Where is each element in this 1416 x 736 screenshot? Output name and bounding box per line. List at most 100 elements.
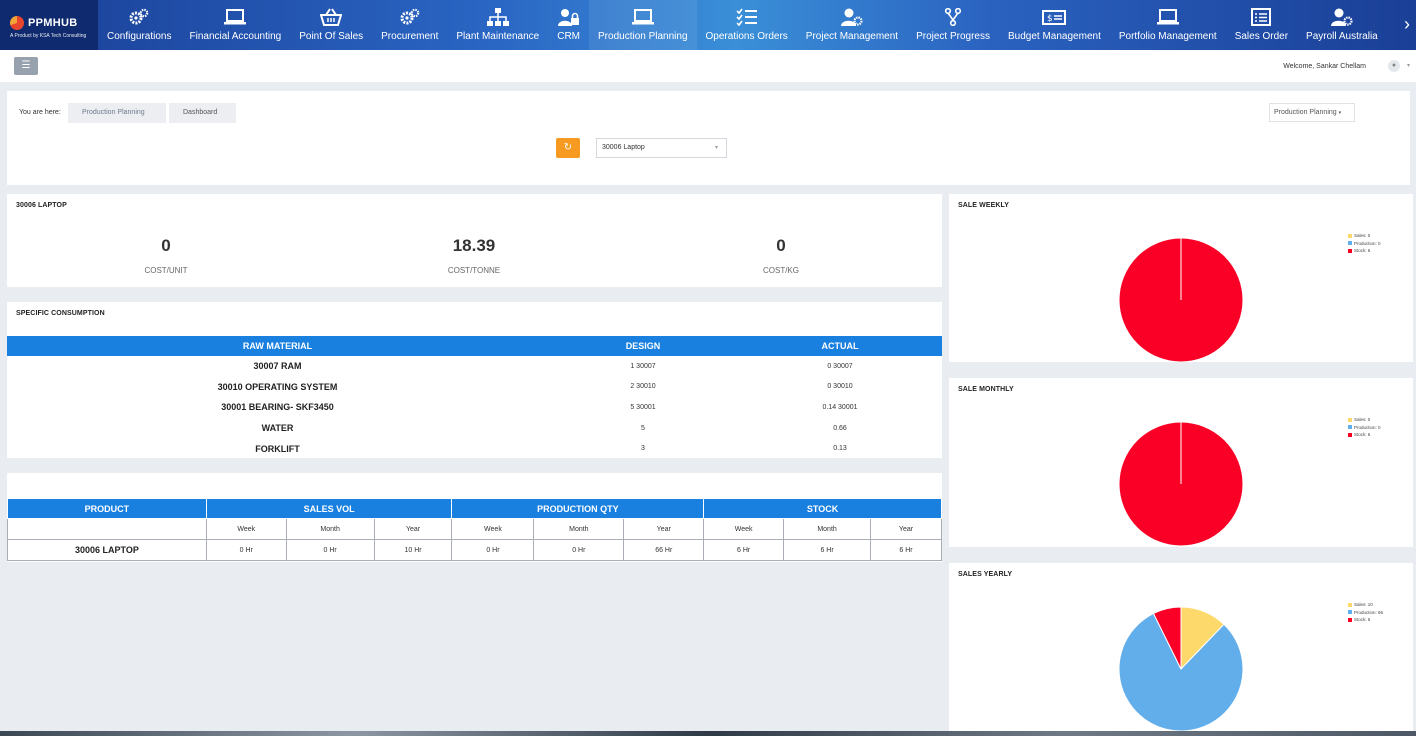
sale-weekly-panel: SALE WEEKLY Sales: 0 Production: 0 Stock: …	[949, 194, 1413, 362]
chevron-down-icon[interactable]: ▾	[1407, 62, 1410, 69]
gears-icon	[129, 8, 149, 26]
legend-label: Stock: 6	[1354, 432, 1371, 438]
legend-item-sales[interactable]: Sales: 10	[1348, 601, 1383, 609]
value-cell: 0 Hr	[205, 539, 287, 561]
legend-label: Stock: 6	[1354, 617, 1371, 623]
nav-item-financial-accounting[interactable]: Financial Accounting	[180, 0, 290, 50]
nav-item-operations-orders[interactable]: Operations Orders	[697, 0, 797, 50]
ppmhub-logo-icon	[10, 16, 24, 30]
sales-yearly-panel: SALES YEARLY Sales: 10 Production: 66 Stoc…	[949, 563, 1413, 731]
list-icon	[1251, 8, 1272, 26]
nav-item-sales-order[interactable]: Sales Order	[1226, 0, 1297, 50]
refresh-button[interactable]: ↻	[556, 138, 580, 158]
legend-item-production[interactable]: Production: 0	[1348, 424, 1381, 432]
users-lock-icon	[557, 8, 580, 26]
nav-item-label: Procurement	[381, 31, 439, 42]
checklist-icon	[736, 8, 758, 26]
laptop-icon	[631, 8, 654, 26]
legend-item-production[interactable]: Production: 66	[1348, 609, 1383, 617]
legend-swatch	[1348, 432, 1352, 437]
raw-material-cell: 30010 OPERATING SYSTEM	[217, 381, 338, 392]
subheader-year: Year	[870, 518, 942, 540]
sale-weekly-legend: Sales: 0 Production: 0 Stock: 6	[1348, 232, 1381, 255]
nav-item-production-planning[interactable]: Production Planning	[589, 0, 697, 50]
nav-item-crm[interactable]: CRM	[548, 0, 589, 50]
legend-label: Production: 0	[1354, 424, 1381, 430]
col-actual: ACTUAL	[738, 336, 942, 356]
sales-yearly-legend: Sales: 10 Production: 66 Stock: 6	[1348, 601, 1383, 624]
legend-item-sales[interactable]: Sales: 0	[1348, 232, 1381, 240]
col-production-qty: PRODUCTION QTY	[451, 498, 705, 519]
breadcrumb-item-production-planning[interactable]: Production Planning	[68, 103, 166, 123]
value-cell: 0 Hr	[533, 539, 625, 561]
raw-material-cell: WATER	[261, 423, 294, 434]
user-avatar-icon[interactable]: ●	[1388, 60, 1400, 72]
legend-item-production[interactable]: Production: 0	[1348, 240, 1381, 248]
table-row: WATER 5 0.66	[7, 418, 942, 439]
nav-item-label: CRM	[557, 31, 581, 42]
legend-item-stock[interactable]: Stock: 6	[1348, 616, 1383, 624]
raw-material-cell: 30001 BEARING- SKF3450	[221, 402, 334, 413]
cost-tonne-label: COST/TONNE	[447, 266, 501, 275]
org-chart-icon	[486, 8, 509, 26]
product-select[interactable]: 30006 Laptop ▾	[596, 138, 727, 158]
table-row: FORKLIFT 3 0.13	[7, 438, 942, 459]
value-cell: 6 Hr	[870, 539, 942, 561]
legend-item-stock[interactable]: Stock: 6	[1348, 247, 1381, 255]
subheader-week: Week	[451, 518, 535, 540]
menu-toggle-button[interactable]: ☰	[14, 57, 38, 75]
module-dropdown-button[interactable]: Production Planning ▾	[1269, 103, 1355, 122]
welcome-text: Welcome, Sankar Chellam	[1283, 63, 1366, 70]
nav-item-plant-maintenance[interactable]: Plant Maintenance	[447, 0, 548, 50]
nav-item-project-progress[interactable]: Project Progress	[907, 0, 999, 50]
col-sales-vol: SALES VOL	[205, 498, 453, 519]
cost-kg-value: 0	[776, 236, 786, 255]
legend-swatch	[1348, 617, 1352, 622]
nav-item-portfolio-management[interactable]: Portfolio Management	[1110, 0, 1226, 50]
legend-swatch	[1348, 241, 1352, 246]
nav-item-payroll-australia[interactable]: Payroll Australia	[1297, 0, 1387, 50]
nav-item-label: Project Management	[805, 31, 899, 42]
chevron-right-icon[interactable]: ›	[1404, 14, 1416, 35]
nav-item-project-management[interactable]: Project Management	[797, 0, 907, 50]
subheader-year: Year	[623, 518, 705, 540]
cost-unit-label: COST/UNIT	[144, 266, 188, 275]
legend-swatch	[1348, 233, 1352, 238]
cost-unit-card: 0 COST/UNIT	[56, 236, 276, 275]
empty-cell	[7, 518, 207, 540]
raw-material-cell: FORKLIFT	[255, 443, 300, 454]
consumption-table: RAW MATERIAL DESIGN ACTUAL 30007 RAM 1 30…	[7, 336, 942, 459]
cost-kg-label: COST/KG	[762, 266, 799, 275]
filter-panel: You are here: Production Planning Dashbo…	[7, 91, 1410, 185]
basket-icon	[320, 8, 343, 26]
legend-item-stock[interactable]: Stock: 6	[1348, 431, 1381, 439]
nav-item-label: Project Progress	[916, 31, 990, 42]
module-dropdown-label: Production Planning	[1274, 109, 1337, 116]
cost-panel-title: 30006 LAPTOP	[16, 202, 67, 209]
design-cell: 3	[641, 445, 645, 453]
actual-cell: 0.13	[833, 445, 847, 453]
legend-swatch	[1348, 602, 1352, 607]
nav-item-point-of-sales[interactable]: Point Of Sales	[290, 0, 372, 50]
subheader-month: Month	[285, 518, 375, 540]
col-product: PRODUCT	[7, 498, 207, 519]
nav-item-budget-management[interactable]: $ Budget Management	[999, 0, 1110, 50]
legend-label: Sales: 10	[1354, 602, 1373, 608]
nav-item-procurement[interactable]: Procurement	[372, 0, 447, 50]
brand[interactable]: PPMHUB A Product by KSA Tech Consulting	[0, 0, 98, 50]
nav-item-configurations[interactable]: Configurations	[98, 0, 180, 50]
sale-monthly-panel: SALE MONTHLY Sales: 0 Production: 0 Stock:…	[949, 378, 1413, 547]
raw-material-cell: 30007 RAM	[253, 361, 302, 372]
table-row: 30010 OPERATING SYSTEM 2 30010 0 30010	[7, 377, 942, 398]
product-summary-table: PRODUCT SALES VOL PRODUCTION QTY STOCK W…	[7, 498, 942, 561]
legend-item-sales[interactable]: Sales: 0	[1348, 416, 1381, 424]
svg-text:$: $	[1047, 14, 1053, 24]
breadcrumb-prefix: You are here:	[19, 109, 61, 116]
chevron-down-icon: ▾	[1338, 110, 1342, 116]
user-gear-icon	[840, 8, 863, 26]
design-cell: 1 30007	[630, 362, 656, 370]
refresh-icon: ↻	[563, 142, 573, 153]
desktop-background	[0, 731, 1416, 736]
legend-label: Sales: 0	[1354, 233, 1371, 239]
product-select-value: 30006 Laptop	[602, 144, 645, 151]
